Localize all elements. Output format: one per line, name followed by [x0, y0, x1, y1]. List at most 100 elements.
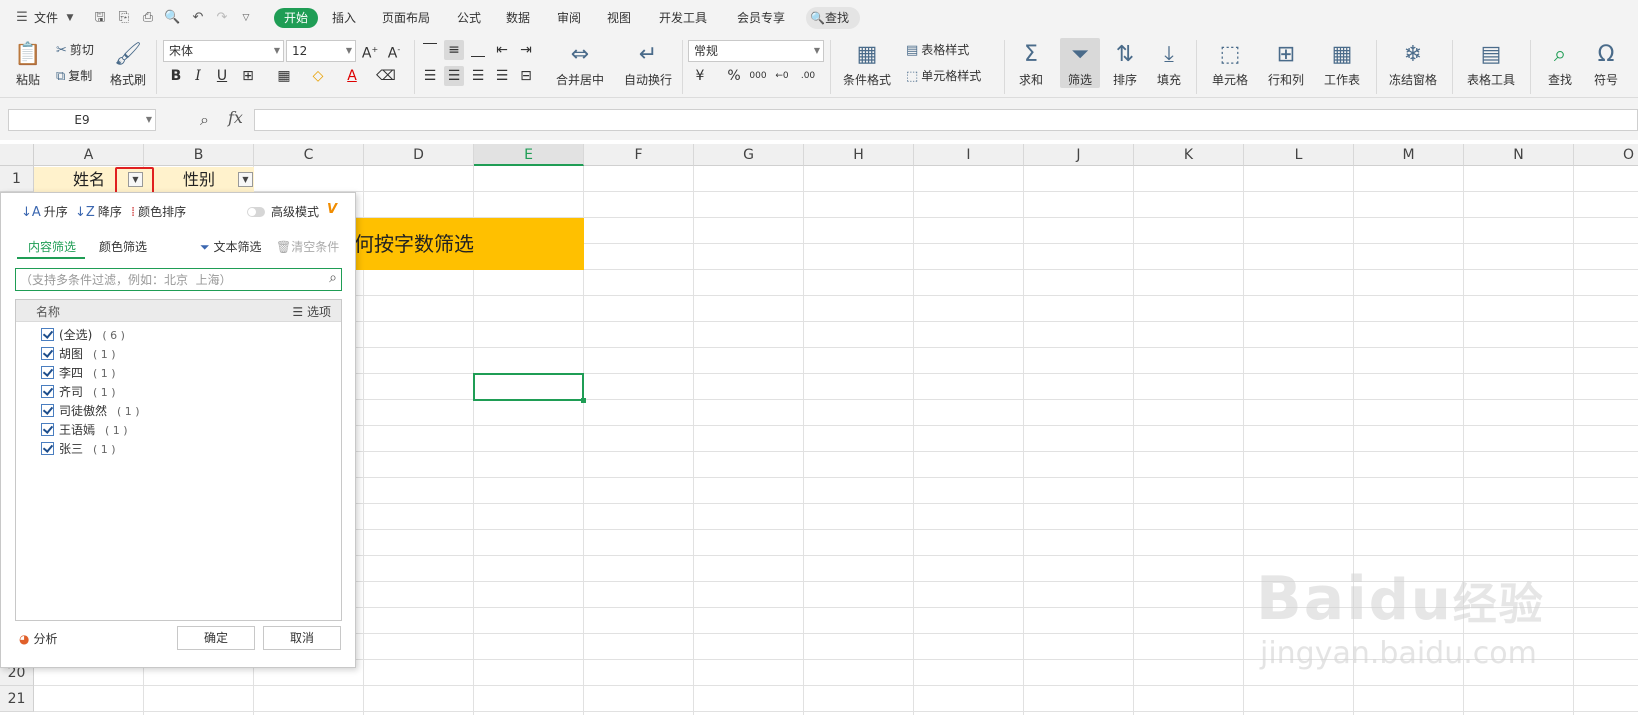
increase-indent-icon[interactable]: ⇥ [516, 40, 536, 60]
row-header-21[interactable]: 21 [0, 686, 34, 712]
tab-home[interactable]: 开始 [274, 8, 318, 28]
column-header-k[interactable]: K [1134, 144, 1244, 166]
color-sort-button[interactable]: ⁞ 颜色排序 [131, 203, 186, 221]
export-pdf-icon[interactable]: ⎘ [116, 10, 132, 26]
quick-access-more-icon[interactable]: ▽ [238, 10, 254, 26]
clear-conditions-button[interactable]: 🗑清空条件 [276, 238, 339, 255]
active-cell-e9[interactable] [473, 373, 586, 403]
underline-icon[interactable]: U [212, 66, 232, 86]
italic-icon[interactable]: I [188, 66, 208, 86]
undo-icon[interactable]: ↶ [190, 10, 206, 26]
chevron-down-icon[interactable]: ▼ [62, 10, 78, 26]
justify-icon[interactable]: ☰ [492, 66, 512, 86]
tab-developer[interactable]: 开发工具 [659, 9, 707, 27]
column-header-f[interactable]: F [584, 144, 694, 166]
bold-icon[interactable]: B [166, 66, 186, 86]
filter-item[interactable]: 张三 ( 1 ) [41, 440, 116, 459]
search-command[interactable]: 🔍查找 [806, 7, 860, 29]
column-header-c[interactable]: C [254, 144, 364, 166]
ok-button[interactable]: 确定 [177, 626, 255, 650]
print-preview-icon[interactable]: 🔍 [164, 10, 180, 26]
column-header-h[interactable]: H [804, 144, 914, 166]
fill-handle[interactable] [581, 398, 586, 403]
increase-decimal-icon[interactable]: ←0 [772, 66, 792, 86]
table-style-button[interactable]: ▤ 表格样式 [906, 40, 969, 60]
borders-icon[interactable]: ⊞ [238, 66, 258, 86]
align-left-icon[interactable]: ☰ [420, 66, 440, 86]
advanced-mode-toggle[interactable] [247, 207, 265, 217]
redo-icon[interactable]: ↷ [214, 10, 230, 26]
cell-button[interactable]: ⬚ 单元格 [1206, 38, 1254, 88]
zoom-icon[interactable]: ⌕ [200, 110, 209, 130]
font-size-select[interactable]: 12 ▼ [286, 40, 356, 62]
fill-color-icon[interactable]: ◇ [308, 66, 328, 86]
distributed-icon[interactable]: ⊟ [516, 66, 536, 86]
checkbox-checked-icon[interactable] [41, 328, 54, 341]
align-right-icon[interactable]: ☰ [468, 66, 488, 86]
eraser-icon[interactable]: ⌫ [376, 66, 396, 86]
column-header-l[interactable]: L [1244, 144, 1354, 166]
format-painter-button[interactable]: 🖌 格式刷 [108, 38, 148, 88]
align-top-icon[interactable]: ⎺ [420, 40, 440, 60]
column-header-n[interactable]: N [1464, 144, 1574, 166]
decrease-indent-icon[interactable]: ⇤ [492, 40, 512, 60]
checkbox-checked-icon[interactable] [41, 366, 54, 379]
fill-pattern-icon[interactable]: ▦ [274, 66, 294, 86]
number-format-select[interactable]: 常规 ▼ [688, 40, 824, 62]
checkbox-checked-icon[interactable] [41, 347, 54, 360]
copy-button[interactable]: ⧉ 复制 [56, 66, 92, 86]
table-tools-button[interactable]: ▤ 表格工具 [1462, 38, 1520, 88]
checkbox-checked-icon[interactable] [41, 442, 54, 455]
filter-dropdown-icon[interactable]: ▼ [238, 172, 253, 187]
worksheet-button[interactable]: ▦ 工作表 [1318, 38, 1366, 88]
filter-item[interactable]: 李四 ( 1 ) [41, 364, 116, 383]
column-header-i[interactable]: I [914, 144, 1024, 166]
align-center-icon[interactable]: ☰ [444, 66, 464, 86]
tab-formulas[interactable]: 公式 [457, 9, 481, 27]
column-header-o[interactable]: O [1574, 144, 1638, 166]
sort-descending-button[interactable]: ↓Z 降序 [75, 203, 122, 221]
filter-item[interactable]: (全选) ( 6 ) [41, 326, 125, 345]
align-middle-icon[interactable]: ≡ [444, 40, 464, 60]
tab-content-filter[interactable]: 内容筛选 [28, 238, 76, 256]
cut-button[interactable]: ✂ 剪切 [56, 40, 94, 60]
tab-page-layout[interactable]: 页面布局 [382, 9, 430, 27]
sum-button[interactable]: Σ 求和 [1012, 38, 1050, 88]
analysis-button[interactable]: ◕ 分析 [19, 630, 58, 647]
filter-search-box[interactable]: ⌕ [15, 268, 342, 291]
thousands-icon[interactable]: 000 [748, 66, 768, 86]
sort-ascending-button[interactable]: ↓A 升序 [21, 203, 68, 221]
column-header-e[interactable]: E [474, 144, 584, 166]
conditional-format-button[interactable]: ▦ 条件格式 [838, 38, 896, 88]
formula-input[interactable] [254, 109, 1638, 131]
column-header-j[interactable]: J [1024, 144, 1134, 166]
merge-center-button[interactable]: ⇔ 合并居中 [546, 38, 614, 88]
filter-item[interactable]: 司徒傲然 ( 1 ) [41, 402, 140, 421]
tab-insert[interactable]: 插入 [332, 9, 356, 27]
print-icon[interactable]: ⎙ [140, 10, 156, 26]
filter-values-list[interactable]: 名称 ☰ 选项 (全选)( 6 ) 胡图( 1 ) 李四( 1 ) 齐司( 1 ) 司徒… [15, 299, 342, 621]
font-color-icon[interactable]: A [342, 66, 362, 86]
search-icon[interactable]: ⌕ [329, 270, 337, 286]
column-header-b[interactable]: B [144, 144, 254, 166]
checkbox-checked-icon[interactable] [41, 385, 54, 398]
cancel-button[interactable]: 取消 [263, 626, 341, 650]
tab-data[interactable]: 数据 [506, 9, 530, 27]
column-header-g[interactable]: G [694, 144, 804, 166]
increase-font-icon[interactable]: A+ [360, 40, 380, 62]
hamburger-icon[interactable]: ☰ [14, 10, 30, 26]
align-bottom-icon[interactable]: ⎽ [468, 40, 488, 60]
column-header-d[interactable]: D [364, 144, 474, 166]
save-icon[interactable]: 🖫 [92, 10, 108, 26]
paste-button[interactable]: 📋 粘贴 [10, 38, 46, 88]
cell-b1[interactable]: 性别 ▼ [144, 167, 254, 192]
tab-color-filter[interactable]: 颜色筛选 [99, 238, 147, 256]
sort-button[interactable]: ⇅ 排序 [1106, 38, 1144, 88]
tab-view[interactable]: 视图 [607, 9, 631, 27]
currency-icon[interactable]: ¥ [690, 66, 710, 86]
find-button[interactable]: ⌕ 查找 [1540, 38, 1580, 88]
filter-button[interactable]: ⏷ 筛选 [1060, 38, 1100, 88]
fx-icon[interactable]: fx [228, 108, 243, 127]
filter-item[interactable]: 王语嫣 ( 1 ) [41, 421, 128, 440]
row-col-button[interactable]: ⊞ 行和列 [1262, 38, 1310, 88]
